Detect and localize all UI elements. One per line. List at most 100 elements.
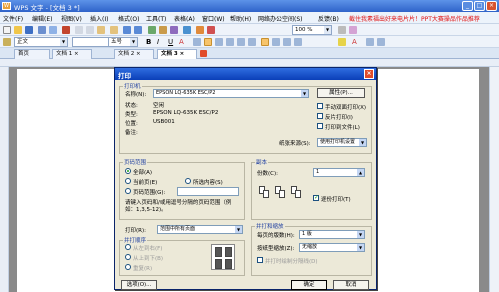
range-current-radio[interactable] bbox=[125, 178, 131, 184]
justify-icon[interactable] bbox=[226, 38, 234, 46]
format-painter-icon[interactable] bbox=[110, 26, 118, 34]
tab-document-3[interactable]: 文档 3 × bbox=[157, 49, 197, 59]
image-icon[interactable] bbox=[159, 26, 167, 34]
increase-indent-icon[interactable] bbox=[294, 38, 302, 46]
draw-separator-checkbox[interactable] bbox=[257, 257, 263, 263]
cancel-button[interactable]: 取消 bbox=[333, 280, 369, 290]
line-spacing-icon[interactable] bbox=[248, 38, 256, 46]
range-selection-radio[interactable] bbox=[185, 178, 191, 184]
underline-icon[interactable]: U bbox=[168, 38, 176, 46]
range-pages-radio[interactable] bbox=[125, 188, 131, 194]
collate-checkbox[interactable] bbox=[313, 194, 319, 201]
tab-document-1[interactable]: 文档 1 × bbox=[52, 49, 92, 59]
printer-properties-button[interactable]: 属性(P)... bbox=[317, 88, 365, 98]
order-repeat-radio[interactable] bbox=[125, 264, 131, 270]
text-color-icon[interactable]: A bbox=[352, 38, 360, 46]
dialog-title: 打印 bbox=[118, 72, 131, 80]
range-all-radio[interactable] bbox=[125, 168, 131, 174]
pages-per-sheet-select[interactable]: 1 版 ▼ bbox=[299, 230, 365, 239]
window-title: WPS 文字 - [文档 3 *] bbox=[14, 4, 80, 12]
redo-icon[interactable] bbox=[134, 26, 142, 34]
help-icon[interactable] bbox=[338, 26, 346, 34]
hyperlink-icon[interactable] bbox=[183, 26, 191, 34]
printer-name-select[interactable]: EPSON LQ-635K ESC/P2 ▼ bbox=[153, 89, 309, 98]
font-color-icon[interactable]: A bbox=[179, 38, 187, 46]
menu-insert[interactable]: 插入(I) bbox=[90, 14, 108, 23]
paste-icon[interactable] bbox=[97, 26, 105, 34]
menu-tools[interactable]: 工具(T) bbox=[146, 14, 166, 23]
wps-logo-icon: W bbox=[2, 2, 11, 10]
print-what-select[interactable]: 范围中所有页面 ▼ bbox=[157, 225, 243, 234]
vertical-scrollbar[interactable] bbox=[489, 67, 499, 292]
zoom-select[interactable]: 100 % ▼ bbox=[292, 25, 332, 35]
page-range-input[interactable] bbox=[177, 187, 239, 196]
print-to-file-checkbox[interactable] bbox=[317, 123, 323, 129]
print-icon[interactable] bbox=[38, 26, 46, 34]
menu-table[interactable]: 表格(A) bbox=[174, 14, 195, 23]
print-preview-icon[interactable] bbox=[49, 26, 57, 34]
menu-help[interactable]: 帮助(H) bbox=[230, 14, 251, 23]
dialog-close-button[interactable]: × bbox=[364, 69, 374, 79]
paper-source-select[interactable]: 使用打印机设置 ▼ bbox=[317, 138, 367, 147]
menu-file[interactable]: 文件(F) bbox=[3, 14, 23, 23]
toolbar-extra-icon[interactable] bbox=[349, 26, 357, 34]
columns-icon[interactable] bbox=[377, 38, 385, 46]
reverse-print-checkbox[interactable] bbox=[317, 113, 323, 119]
bold-icon[interactable]: B bbox=[146, 38, 154, 46]
printer-name-label: 名称(N): bbox=[125, 92, 147, 98]
menu-edit[interactable]: 编辑(E) bbox=[32, 14, 52, 23]
bullets-icon[interactable] bbox=[272, 38, 280, 46]
highlight-icon[interactable] bbox=[338, 38, 346, 46]
style-icon[interactable] bbox=[3, 38, 11, 46]
order-left-right-radio[interactable] bbox=[125, 244, 131, 250]
order-top-bottom-radio[interactable] bbox=[125, 254, 131, 260]
save-icon[interactable] bbox=[25, 26, 33, 34]
tab-document-2[interactable]: 文档 2 × bbox=[114, 49, 154, 59]
numbering-icon[interactable] bbox=[261, 38, 269, 46]
type-value: EPSON LQ-635K ESC/P2 bbox=[153, 110, 219, 116]
manual-duplex-checkbox[interactable] bbox=[317, 103, 323, 109]
title-bar: W WPS 文字 - [文档 3 *] _ □ × bbox=[0, 0, 499, 12]
menu-view[interactable]: 视图(V) bbox=[61, 14, 82, 23]
align-left-icon[interactable] bbox=[193, 38, 201, 46]
pen-icon[interactable] bbox=[207, 26, 215, 34]
menu-feedback[interactable]: 反馈(B) bbox=[318, 14, 339, 23]
chart-icon[interactable] bbox=[170, 26, 178, 34]
scale-to-paper-select[interactable]: 无缩放 ▼ bbox=[299, 243, 365, 252]
italic-icon[interactable]: I bbox=[157, 38, 165, 46]
comment-label: 备注: bbox=[125, 130, 138, 136]
range-pages-label: 页码范围(G): bbox=[133, 190, 166, 196]
collate-label: 逐份打印(T) bbox=[321, 197, 351, 203]
undo-icon[interactable] bbox=[123, 26, 131, 34]
borders-icon[interactable] bbox=[366, 38, 374, 46]
menu-network-office[interactable]: 网络办公空间(S) bbox=[258, 14, 303, 23]
minimize-button[interactable]: _ bbox=[462, 1, 473, 11]
order-repeat-label: 重复(R) bbox=[133, 266, 153, 272]
table-icon[interactable] bbox=[148, 26, 156, 34]
open-icon[interactable] bbox=[14, 26, 22, 34]
cut-icon[interactable] bbox=[75, 26, 83, 34]
maximize-button[interactable]: □ bbox=[474, 1, 485, 11]
copies-count-spinner[interactable]: 1 ▲ bbox=[313, 168, 365, 177]
new-icon[interactable] bbox=[3, 26, 11, 34]
copy-icon[interactable] bbox=[86, 26, 94, 34]
menu-format[interactable]: 格式(O) bbox=[118, 14, 139, 23]
collate-page-icon bbox=[263, 190, 269, 198]
pdf-icon[interactable] bbox=[62, 26, 70, 34]
menu-window[interactable]: 窗口(W) bbox=[202, 14, 225, 23]
options-button[interactable]: 选项(O)... bbox=[121, 280, 157, 290]
align-center-icon[interactable] bbox=[204, 38, 212, 46]
range-current-label: 当前页(E) bbox=[133, 180, 158, 186]
style-select[interactable]: 正文 ▼ bbox=[14, 37, 68, 47]
decrease-indent-icon[interactable] bbox=[283, 38, 291, 46]
promo-link[interactable]: 截住我素福出好来电片片！PPT大赛操品作品推荐 bbox=[349, 14, 480, 23]
new-tab-icon[interactable] bbox=[200, 50, 207, 57]
drawing-icon[interactable] bbox=[196, 26, 204, 34]
dialog-title-bar: 打印 × bbox=[115, 68, 376, 80]
close-window-button[interactable]: × bbox=[486, 1, 497, 11]
align-right-icon[interactable] bbox=[215, 38, 223, 46]
font-size-select[interactable]: 五号 ▼ bbox=[108, 37, 138, 47]
distribute-icon[interactable] bbox=[237, 38, 245, 46]
tab-home[interactable]: 首页 bbox=[14, 49, 50, 59]
ok-button[interactable]: 确定 bbox=[291, 280, 327, 290]
